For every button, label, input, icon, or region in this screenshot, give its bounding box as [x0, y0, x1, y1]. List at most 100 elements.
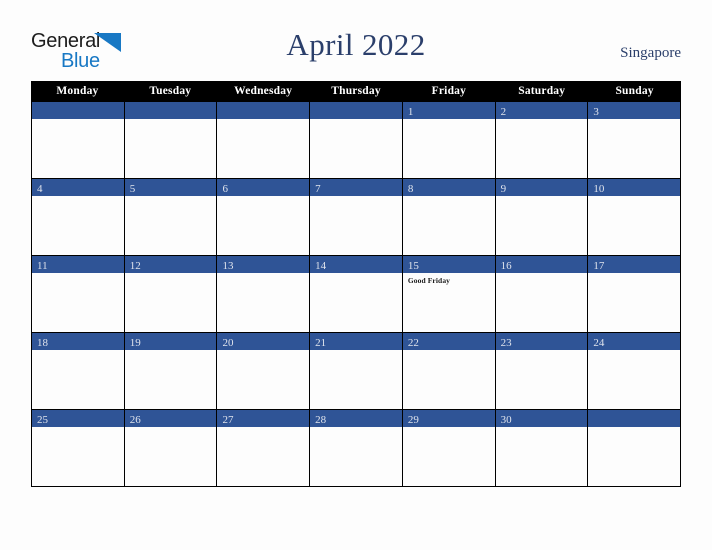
day-number-bar [310, 102, 402, 119]
day-body [310, 119, 402, 122]
day-number-bar: 28 [310, 410, 402, 427]
day-number: 25 [37, 414, 48, 426]
day-body [403, 119, 495, 122]
day-number: 10 [593, 183, 605, 195]
day-number: 19 [129, 337, 141, 349]
weekday-header-wednesday: Wednesday [234, 85, 293, 97]
day-number-bar: 10 [588, 179, 681, 196]
calendar-day-cell[interactable]: 2 [495, 102, 589, 178]
holiday-event-label: Good Friday [407, 276, 451, 285]
weekday-header-friday: Friday [431, 85, 467, 97]
calendar-day-cell[interactable]: 20 [217, 333, 311, 409]
day-body [310, 196, 402, 199]
weekday-header-tuesday: Tuesday [149, 85, 192, 97]
day-number-bar: 29 [402, 410, 495, 427]
day-number-bar: 2 [495, 102, 588, 119]
day-number: 13 [222, 260, 234, 272]
day-body [32, 196, 124, 199]
weekday-header-monday: Monday [56, 85, 99, 97]
day-body [32, 119, 124, 122]
calendar-day-cell[interactable]: 11 [32, 256, 125, 332]
day-number-bar: 17 [588, 256, 681, 273]
day-number: 11 [37, 260, 48, 272]
day-number: 4 [37, 183, 43, 195]
country-label: Singapore [620, 45, 681, 61]
calendar-week-row: 25 26 27 28 29 30 [31, 410, 681, 487]
calendar-day-cell[interactable]: 28 [310, 410, 403, 486]
calendar-day-cell-empty[interactable] [32, 102, 125, 178]
day-body [588, 427, 680, 430]
day-number: 5 [129, 183, 136, 195]
day-number-bar: 3 [588, 102, 681, 119]
calendar-day-cell[interactable]: 4 [32, 179, 125, 255]
calendar-day-cell[interactable]: 23 [495, 333, 589, 409]
calendar-day-cell[interactable]: 3 [588, 102, 681, 178]
day-number: 27 [222, 414, 234, 426]
calendar-weeks: 1 2 3 4 5 6 7 8 9 10 11 12 13 14 15 Good Friday 16 17 18 19… [31, 102, 681, 487]
calendar-day-cell-empty[interactable] [588, 410, 681, 486]
day-number: 24 [593, 337, 605, 349]
day-number-bar: 6 [217, 179, 310, 196]
calendar-day-cell[interactable]: 9 [495, 179, 589, 255]
calendar-day-cell[interactable]: 30 [495, 410, 589, 486]
calendar-grid: Monday Tuesday Wednesday Thursday Friday… [31, 81, 681, 487]
day-number-bar: 12 [124, 256, 217, 273]
day-number: 20 [222, 337, 234, 349]
calendar-day-cell[interactable]: 26 [124, 410, 218, 486]
calendar-day-cell[interactable]: 18 [32, 333, 125, 409]
day-number-bar: 7 [310, 179, 402, 196]
day-number-bar: 16 [495, 256, 588, 273]
calendar-day-cell[interactable]: 6 [217, 179, 311, 255]
calendar-day-cell[interactable]: 21 [310, 333, 403, 409]
day-number-bar: 19 [124, 333, 217, 350]
day-number-bar: 25 [32, 410, 124, 427]
day-number-bar: 5 [124, 179, 217, 196]
day-number: 14 [315, 260, 327, 272]
day-number: 15 [407, 260, 419, 272]
day-number: 12 [129, 260, 141, 272]
calendar-day-cell[interactable]: 16 [495, 256, 589, 332]
calendar-day-cell[interactable]: 1 [402, 102, 496, 178]
calendar-day-cell[interactable]: 22 [402, 333, 496, 409]
day-body [217, 119, 309, 122]
calendar-day-cell[interactable]: 10 [588, 179, 681, 255]
calendar-day-cell-empty[interactable] [124, 102, 218, 178]
calendar-day-cell-empty[interactable] [217, 102, 311, 178]
day-number: 3 [593, 106, 599, 118]
page-title: April 2022 [286, 27, 426, 62]
weekday-header-sunday: Sunday [615, 85, 654, 97]
day-number-bar [32, 102, 124, 119]
weekday-header-saturday: Saturday [518, 85, 566, 97]
day-number: 22 [407, 337, 419, 349]
weekday-header-row: Monday Tuesday Wednesday Thursday Friday… [31, 81, 681, 102]
day-number-bar: 11 [32, 256, 124, 273]
calendar-day-cell[interactable]: 17 [588, 256, 681, 332]
page-header: General Blue April 2022 Singapore [0, 0, 712, 81]
calendar-day-cell[interactable]: 12 [124, 256, 218, 332]
calendar-day-cell[interactable]: 14 [310, 256, 403, 332]
calendar-day-cell[interactable]: 27 [217, 410, 311, 486]
day-number: 28 [315, 414, 327, 426]
day-number-bar: 18 [32, 333, 124, 350]
day-number-bar [217, 102, 310, 119]
day-number-bar: 1 [402, 102, 495, 119]
calendar-day-cell[interactable]: 29 [402, 410, 496, 486]
calendar-day-cell[interactable]: 13 [217, 256, 311, 332]
day-body [588, 119, 680, 122]
calendar-day-cell[interactable]: 5 [124, 179, 218, 255]
day-body [496, 196, 588, 199]
day-body [403, 196, 495, 199]
day-number-bar: 27 [217, 410, 310, 427]
day-number-bar [124, 102, 217, 119]
calendar-day-cell[interactable]: 15 Good Friday [402, 256, 496, 332]
calendar-day-cell[interactable]: 8 [402, 179, 496, 255]
day-number: 17 [593, 260, 605, 272]
calendar-day-cell-empty[interactable] [310, 102, 403, 178]
day-number: 18 [37, 337, 48, 349]
day-number-bar: 22 [402, 333, 495, 350]
calendar-day-cell[interactable]: 19 [124, 333, 218, 409]
calendar-day-cell[interactable]: 25 [32, 410, 125, 486]
calendar-day-cell[interactable]: 7 [310, 179, 403, 255]
calendar-day-cell[interactable]: 24 [588, 333, 681, 409]
day-number-bar: 8 [402, 179, 495, 196]
